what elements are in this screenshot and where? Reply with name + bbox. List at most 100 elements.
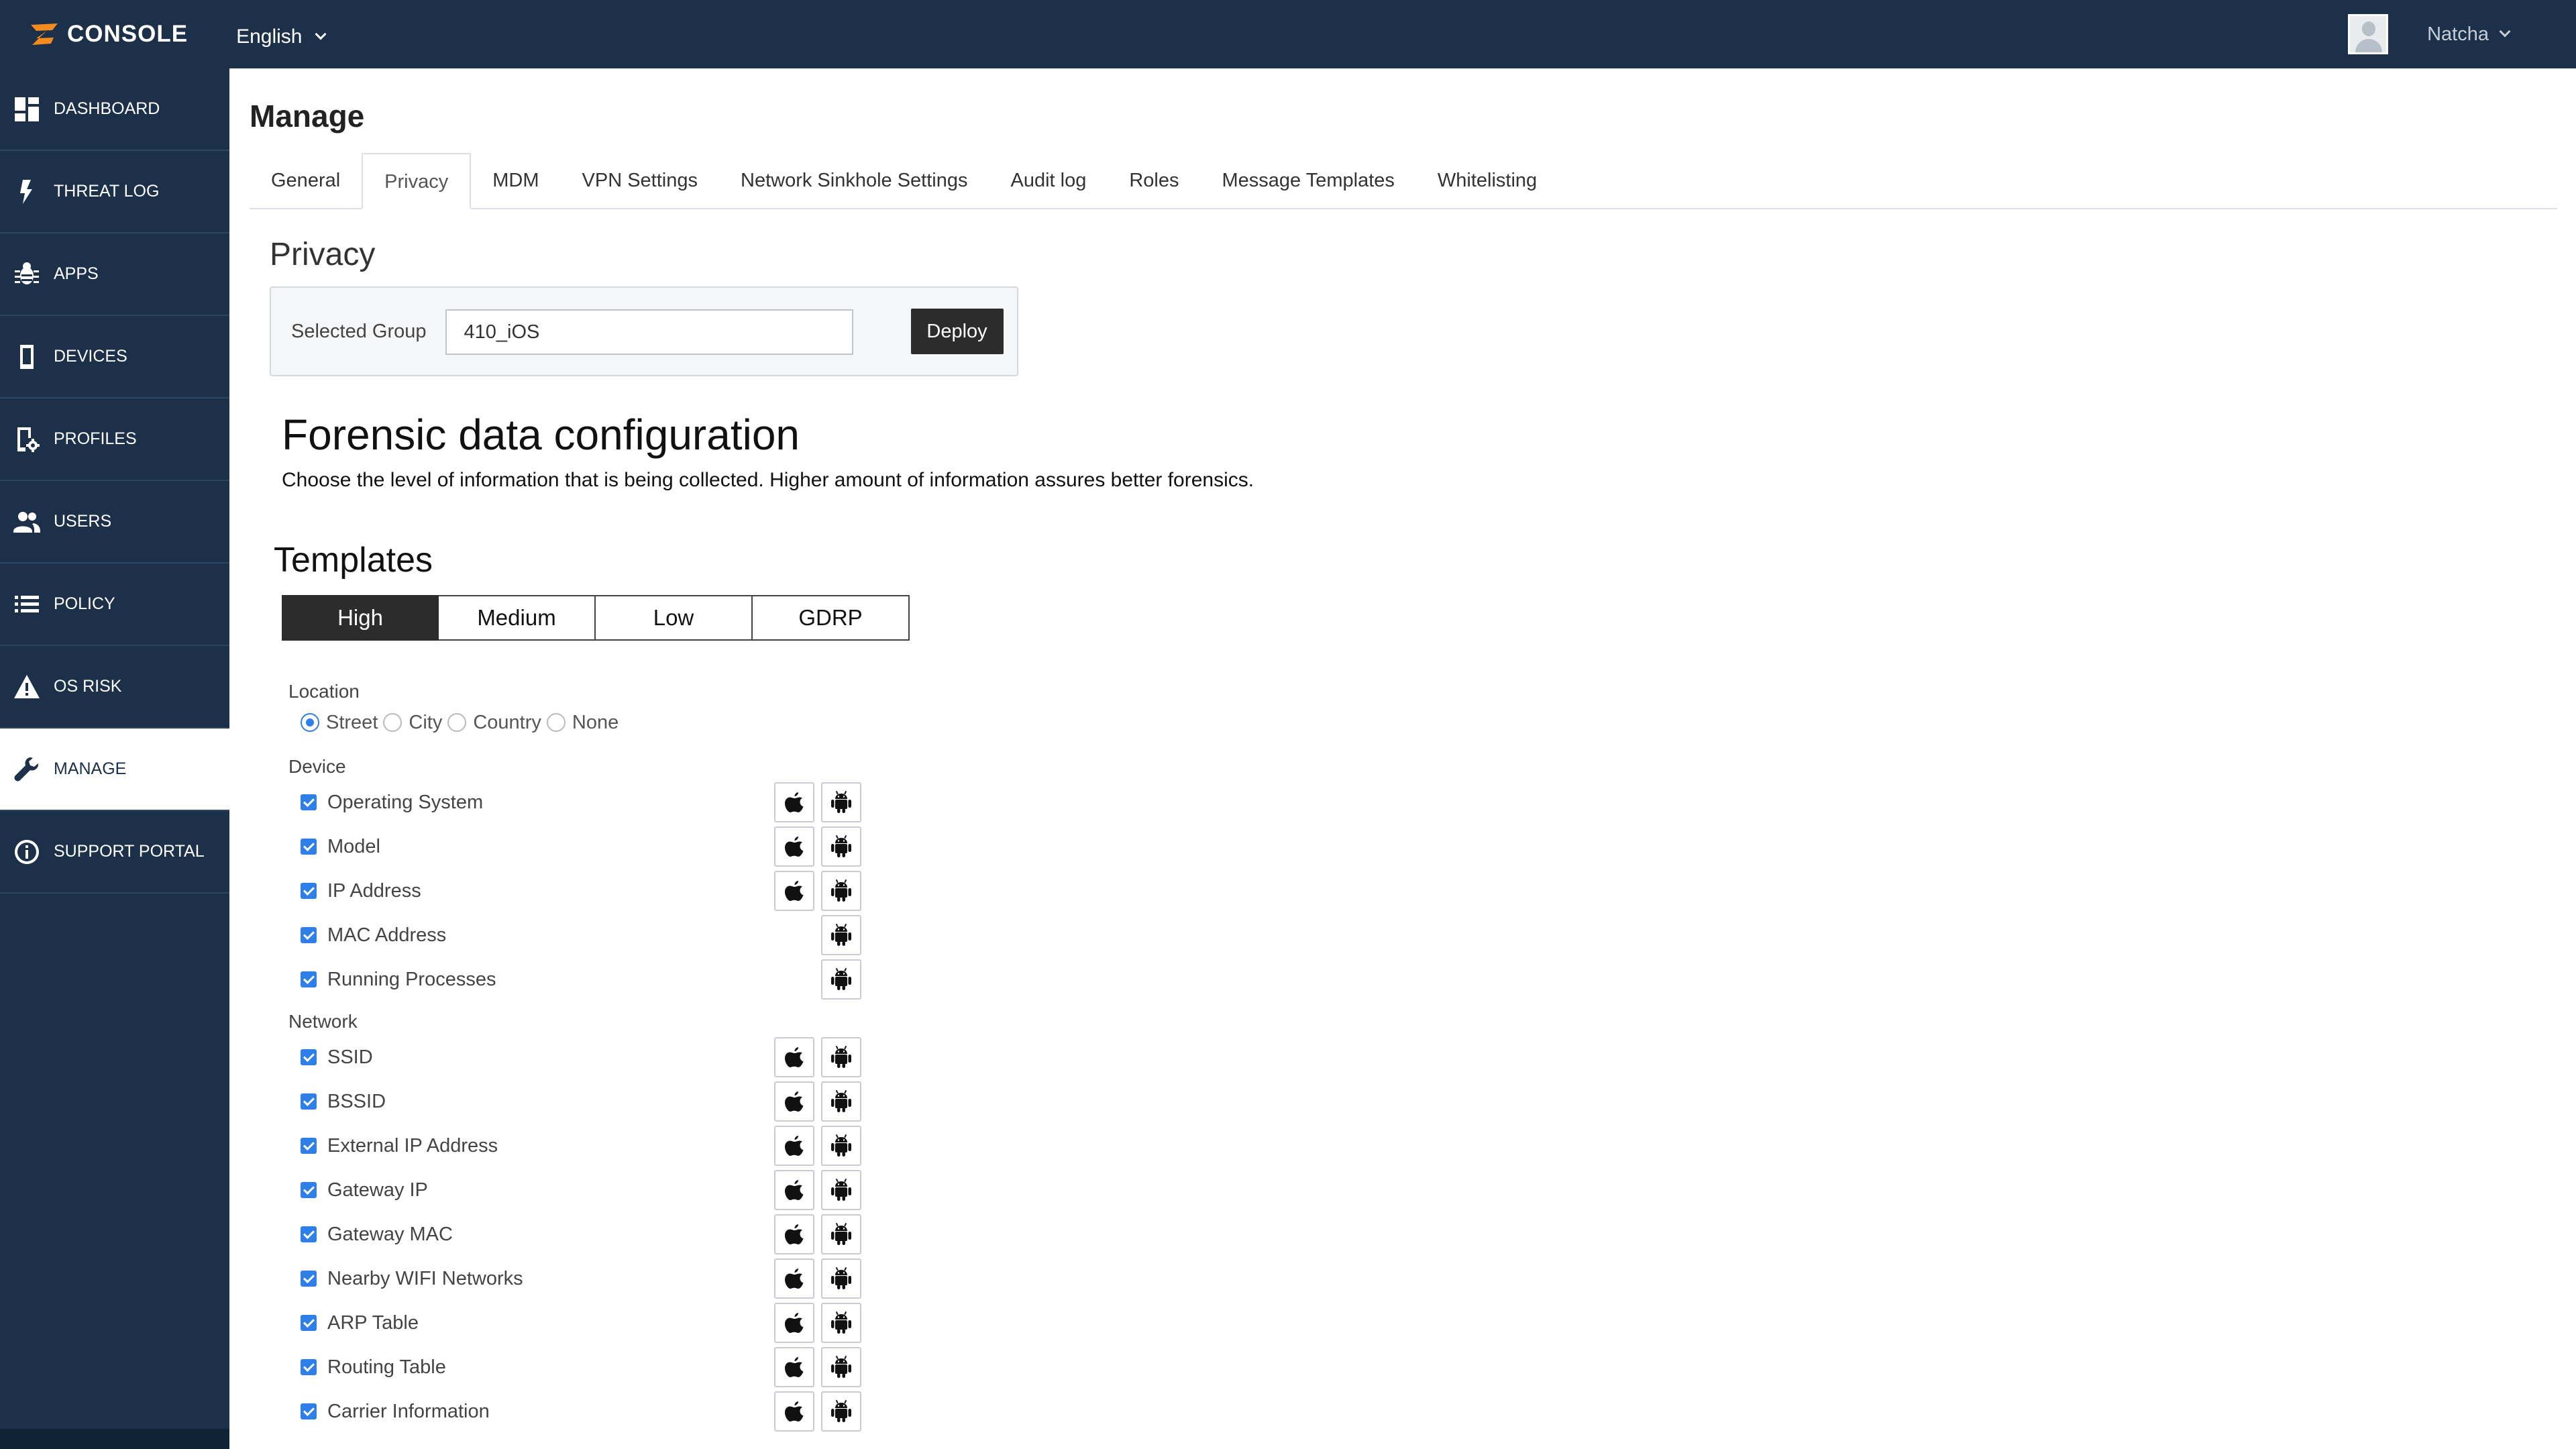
- sidebar-item-policy[interactable]: POLICY: [0, 564, 229, 646]
- device-options-list: Operating System Model IP Address MAC Addre…: [250, 780, 2557, 1002]
- apple-icon: [774, 1391, 814, 1432]
- sidebar-item-profiles[interactable]: PROFILES: [0, 398, 229, 481]
- routing-table-checkbox[interactable]: [301, 1359, 317, 1375]
- platform-icons: [774, 1037, 868, 1077]
- language-selector[interactable]: English: [236, 25, 327, 48]
- templates-title: Templates: [274, 541, 433, 580]
- option-row-routing-table: Routing Table: [301, 1345, 2557, 1389]
- lightning-icon: [13, 177, 40, 207]
- tab-bar: General Privacy MDM VPN Settings Network…: [250, 153, 2557, 209]
- sidebar-item-users[interactable]: USERS: [0, 481, 229, 564]
- location-label: Location: [288, 681, 360, 702]
- list-icon: [13, 590, 40, 619]
- gateway-ip-checkbox[interactable]: [301, 1182, 317, 1198]
- sidebar-item-label: POLICY: [54, 594, 115, 613]
- apple-icon: [774, 1081, 814, 1122]
- external-ip-address-checkbox[interactable]: [301, 1138, 317, 1154]
- avatar[interactable]: [2348, 14, 2389, 54]
- tab-vpn-settings[interactable]: VPN Settings: [561, 153, 719, 208]
- platform-icons: [774, 1170, 868, 1210]
- template-medium-button[interactable]: Medium: [439, 595, 596, 641]
- android-icon: [821, 1126, 861, 1166]
- nearby-wifi-networks-label: Nearby WIFI Networks: [327, 1267, 523, 1289]
- sidebar-item-label: THREAT LOG: [54, 182, 160, 201]
- gateway-mac-checkbox[interactable]: [301, 1226, 317, 1242]
- apple-icon: [774, 782, 814, 822]
- sidebar-item-label: APPS: [54, 264, 99, 283]
- sidebar-item-manage[interactable]: MANAGE: [0, 729, 229, 811]
- template-gdrp-button[interactable]: GDRP: [753, 595, 910, 641]
- apple-icon: [774, 1347, 814, 1387]
- sidebar-item-support-portal[interactable]: SUPPORT PORTAL: [0, 811, 229, 894]
- android-icon: [821, 826, 861, 867]
- carrier-information-label: Carrier Information: [327, 1400, 490, 1422]
- platform-icons: [774, 1391, 868, 1432]
- gateway-mac-label: Gateway MAC: [327, 1223, 453, 1245]
- ssid-checkbox[interactable]: [301, 1049, 317, 1065]
- user-menu[interactable]: Natcha: [2427, 23, 2511, 46]
- apple-icon: [774, 1037, 814, 1077]
- network-options-list: SSID BSSID External IP Address Gateway IP Ga…: [250, 1035, 2557, 1434]
- sidebar-item-dashboard[interactable]: DASHBOARD: [0, 68, 229, 151]
- sidebar-item-label: SUPPORT PORTAL: [54, 842, 205, 861]
- group-selector-panel: Selected Group Deploy: [270, 286, 1018, 376]
- tab-mdm[interactable]: MDM: [471, 153, 560, 208]
- main-content: Manage General Privacy MDM VPN Settings …: [250, 68, 2557, 1434]
- page-title: Manage: [250, 99, 365, 133]
- mac-address-checkbox[interactable]: [301, 927, 317, 943]
- apple-icon: [774, 1258, 814, 1299]
- model-checkbox[interactable]: [301, 839, 317, 855]
- location-country-label: Country: [473, 711, 541, 733]
- tab-privacy[interactable]: Privacy: [362, 153, 472, 209]
- tab-network-sinkhole-settings[interactable]: Network Sinkhole Settings: [719, 153, 989, 208]
- location-country-radio[interactable]: [447, 713, 467, 732]
- tab-whitelisting[interactable]: Whitelisting: [1416, 153, 1558, 208]
- apple-icon: [774, 1126, 814, 1166]
- nearby-wifi-networks-checkbox[interactable]: [301, 1271, 317, 1287]
- location-city-radio[interactable]: [383, 713, 402, 732]
- wrench-icon: [13, 755, 40, 784]
- selected-group-input[interactable]: [445, 309, 853, 355]
- android-icon: [821, 782, 861, 822]
- android-icon: [821, 871, 861, 911]
- template-high-button[interactable]: High: [282, 595, 439, 641]
- sidebar-footer: [0, 1429, 229, 1449]
- sidebar-item-devices[interactable]: DEVICES: [0, 316, 229, 398]
- sidebar-item-threat-log[interactable]: THREAT LOG: [0, 151, 229, 233]
- location-city-label: City: [409, 711, 443, 733]
- android-icon: [821, 959, 861, 1000]
- running-processes-checkbox[interactable]: [301, 971, 317, 987]
- option-row-ip-address: IP Address: [301, 869, 2557, 913]
- logo-icon: [31, 23, 58, 45]
- deploy-button[interactable]: Deploy: [910, 309, 1004, 354]
- tab-message-templates[interactable]: Message Templates: [1201, 153, 1416, 208]
- sidebar-item-label: PROFILES: [54, 429, 137, 448]
- device-label: Device: [288, 756, 346, 777]
- bssid-checkbox[interactable]: [301, 1093, 317, 1110]
- android-icon: [821, 1391, 861, 1432]
- template-selector: High Medium Low GDRP: [282, 595, 2557, 641]
- mac-address-label: MAC Address: [327, 924, 447, 946]
- running-processes-label: Running Processes: [327, 968, 496, 990]
- username-label: Natcha: [2427, 23, 2489, 45]
- carrier-information-checkbox[interactable]: [301, 1403, 317, 1419]
- ip-address-checkbox[interactable]: [301, 883, 317, 899]
- operating-system-checkbox[interactable]: [301, 794, 317, 810]
- tab-general[interactable]: General: [250, 153, 362, 208]
- location-street-radio[interactable]: [301, 713, 319, 732]
- android-icon: [821, 1214, 861, 1254]
- tab-audit-log[interactable]: Audit log: [989, 153, 1108, 208]
- top-bar: CONSOLE English Natcha: [0, 0, 2576, 68]
- tab-roles[interactable]: Roles: [1108, 153, 1200, 208]
- arp-table-checkbox[interactable]: [301, 1315, 317, 1331]
- option-row-ssid: SSID: [301, 1035, 2557, 1079]
- sidebar-item-apps[interactable]: APPS: [0, 233, 229, 316]
- platform-icons: [774, 871, 868, 911]
- option-row-running-processes: Running Processes: [301, 957, 2557, 1002]
- console-logo[interactable]: CONSOLE: [27, 21, 188, 48]
- template-low-button[interactable]: Low: [596, 595, 753, 641]
- option-row-arp-table: ARP Table: [301, 1301, 2557, 1345]
- location-none-radio[interactable]: [546, 713, 566, 732]
- sidebar-item-os-risk[interactable]: OS RISK: [0, 646, 229, 729]
- platform-spacer: [774, 959, 814, 1000]
